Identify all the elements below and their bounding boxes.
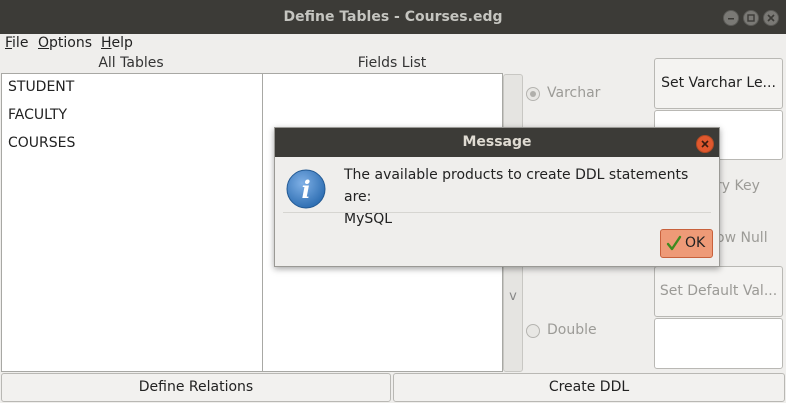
ok-button[interactable]: OK xyxy=(660,229,713,258)
scroll-down-arrow[interactable]: v xyxy=(504,289,522,304)
radio-varchar[interactable] xyxy=(526,87,540,101)
radio-varchar-label: Varchar xyxy=(547,85,601,101)
message-dialog: Message i The available products to crea… xyxy=(274,127,720,267)
all-tables-list[interactable]: STUDENT FACULTY COURSES xyxy=(1,73,263,372)
dialog-close-icon[interactable] xyxy=(696,135,714,153)
define-relations-button[interactable]: Define Relations xyxy=(1,373,391,402)
info-icon: i xyxy=(285,168,327,214)
menu-options[interactable]: Options xyxy=(38,35,92,51)
set-varchar-length-button[interactable]: Set Varchar Le... xyxy=(654,58,783,109)
radio-double-label: Double xyxy=(547,322,597,338)
ok-label: OK xyxy=(685,235,706,251)
table-item-faculty[interactable]: FACULTY xyxy=(8,107,67,123)
menu-file[interactable]: File xyxy=(5,35,28,51)
default-value-input[interactable] xyxy=(654,318,783,369)
allow-null-label: ow Null xyxy=(716,230,768,246)
table-item-courses[interactable]: COURSES xyxy=(8,135,75,151)
window-title: Define Tables - Courses.edg xyxy=(283,9,503,25)
close-window-icon[interactable] xyxy=(763,10,779,26)
radio-double[interactable] xyxy=(526,324,540,338)
create-ddl-button[interactable]: Create DDL xyxy=(393,373,785,402)
checkmark-icon xyxy=(666,230,682,267)
table-item-student[interactable]: STUDENT xyxy=(8,79,74,95)
dialog-message: The available products to create DDL sta… xyxy=(344,164,716,230)
dialog-separator xyxy=(283,212,711,213)
primary-key-label: ry Key xyxy=(716,178,760,194)
dialog-title: Message xyxy=(275,128,719,157)
maximize-icon[interactable] xyxy=(743,10,759,26)
all-tables-header: All Tables xyxy=(98,55,164,71)
dialog-message-line1: The available products to create DDL sta… xyxy=(344,167,689,205)
svg-text:i: i xyxy=(301,175,310,204)
fields-list-header: Fields List xyxy=(357,55,427,71)
window-titlebar: Define Tables - Courses.edg xyxy=(0,0,786,34)
menu-help[interactable]: Help xyxy=(101,35,133,51)
minimize-icon[interactable] xyxy=(723,10,739,26)
menubar: File Options Help xyxy=(0,34,786,55)
set-default-value-button[interactable]: Set Default Val... xyxy=(654,266,783,317)
